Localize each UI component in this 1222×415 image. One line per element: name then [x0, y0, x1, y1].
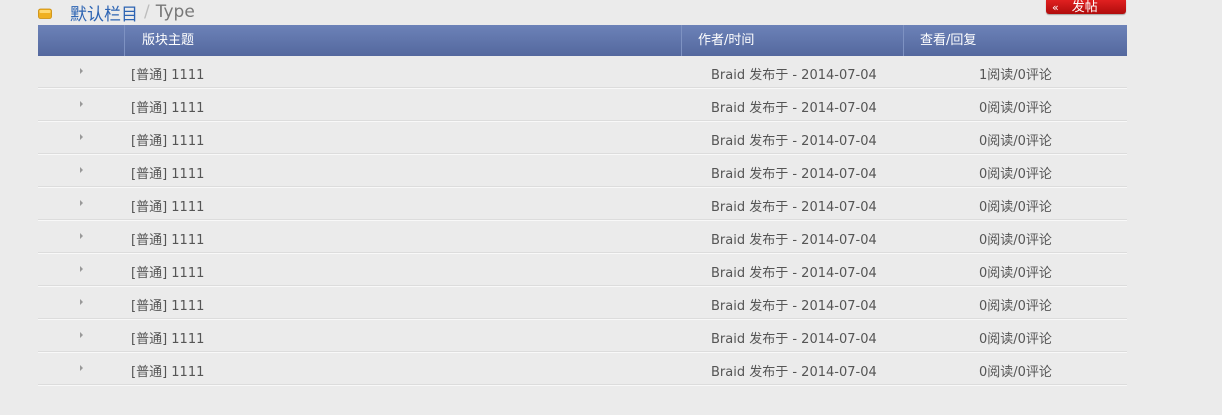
row-topic-link[interactable]: [普通] 1111 — [131, 361, 204, 380]
table-row[interactable]: [普通] 1111 Braid 发布于 - 2014-07-04 0阅读/0评论 — [38, 353, 1127, 386]
arrow-right-icon — [80, 167, 83, 173]
row-author-time: Braid 发布于 - 2014-07-04 — [711, 200, 877, 215]
header-divider — [903, 25, 904, 56]
table-header: 版块主题 作者/时间 查看/回复 — [38, 25, 1127, 56]
header-topic: 版块主题 — [142, 33, 195, 48]
row-topic-link[interactable]: [普通] 1111 — [131, 328, 204, 347]
table-row[interactable]: [普通] 1111 Braid 发布于 - 2014-07-04 1阅读/0评论 — [38, 56, 1127, 89]
double-chevron-left-icon: « — [1052, 1, 1059, 14]
table-row[interactable]: [普通] 1111 Braid 发布于 - 2014-07-04 0阅读/0评论 — [38, 188, 1127, 221]
header-divider — [681, 25, 682, 56]
row-views-replies: 0阅读/0评论 — [979, 200, 1052, 215]
row-topic-link[interactable]: [普通] 1111 — [131, 262, 204, 281]
row-views-replies: 0阅读/0评论 — [979, 101, 1052, 116]
row-views-replies: 0阅读/0评论 — [979, 332, 1052, 347]
arrow-right-icon — [80, 365, 83, 371]
row-views-replies: 1阅读/0评论 — [979, 68, 1052, 83]
table-row[interactable]: [普通] 1111 Braid 发布于 - 2014-07-04 0阅读/0评论 — [38, 122, 1127, 155]
row-author-time: Braid 发布于 - 2014-07-04 — [711, 332, 877, 347]
arrow-right-icon — [80, 134, 83, 140]
breadcrumb-separator: / — [144, 2, 150, 22]
arrow-right-icon — [80, 233, 83, 239]
arrow-right-icon — [80, 101, 83, 107]
row-views-replies: 0阅读/0评论 — [979, 233, 1052, 248]
row-views-replies: 0阅读/0评论 — [979, 134, 1052, 149]
row-author-time: Braid 发布于 - 2014-07-04 — [711, 101, 877, 116]
breadcrumb: 默认栏目 / Type — [38, 0, 195, 25]
arrow-right-icon — [80, 299, 83, 305]
table-row[interactable]: [普通] 1111 Braid 发布于 - 2014-07-04 0阅读/0评论 — [38, 254, 1127, 287]
row-author-time: Braid 发布于 - 2014-07-04 — [711, 167, 877, 182]
table-row[interactable]: [普通] 1111 Braid 发布于 - 2014-07-04 0阅读/0评论 — [38, 89, 1127, 122]
row-author-time: Braid 发布于 - 2014-07-04 — [711, 233, 877, 248]
row-topic-link[interactable]: [普通] 1111 — [131, 229, 204, 248]
arrow-right-icon — [80, 332, 83, 338]
breadcrumb-type: Type — [155, 2, 195, 22]
topic-table: 版块主题 作者/时间 查看/回复 [普通] 1111 Braid 发布于 - 20… — [38, 25, 1127, 386]
row-author-time: Braid 发布于 - 2014-07-04 — [711, 68, 877, 83]
breadcrumb-current-column[interactable]: 默认栏目 — [70, 0, 138, 25]
table-body: [普通] 1111 Braid 发布于 - 2014-07-04 1阅读/0评论 [普… — [38, 56, 1127, 386]
page: 默认栏目 / Type « 发帖 版块主题 作者/时间 查看/回复 [普通] 1… — [0, 0, 1222, 415]
row-topic-link[interactable]: [普通] 1111 — [131, 163, 204, 182]
row-author-time: Braid 发布于 - 2014-07-04 — [711, 266, 877, 281]
row-views-replies: 0阅读/0评论 — [979, 299, 1052, 314]
row-author-time: Braid 发布于 - 2014-07-04 — [711, 134, 877, 149]
row-author-time: Braid 发布于 - 2014-07-04 — [711, 365, 877, 380]
header-author-time: 作者/时间 — [698, 33, 755, 48]
table-row[interactable]: [普通] 1111 Braid 发布于 - 2014-07-04 0阅读/0评论 — [38, 221, 1127, 254]
row-topic-link[interactable]: [普通] 1111 — [131, 130, 204, 149]
row-topic-link[interactable]: [普通] 1111 — [131, 64, 204, 83]
table-row[interactable]: [普通] 1111 Braid 发布于 - 2014-07-04 0阅读/0评论 — [38, 320, 1127, 353]
row-topic-link[interactable]: [普通] 1111 — [131, 295, 204, 314]
new-post-label: 发帖 — [1071, 0, 1098, 14]
row-views-replies: 0阅读/0评论 — [979, 365, 1052, 380]
header-views-replies: 查看/回复 — [920, 33, 977, 48]
row-author-time: Braid 发布于 - 2014-07-04 — [711, 299, 877, 314]
table-row[interactable]: [普通] 1111 Braid 发布于 - 2014-07-04 0阅读/0评论 — [38, 155, 1127, 188]
arrow-right-icon — [80, 266, 83, 272]
row-views-replies: 0阅读/0评论 — [979, 266, 1052, 281]
row-topic-link[interactable]: [普通] 1111 — [131, 97, 204, 116]
header-divider — [124, 25, 125, 56]
new-post-button[interactable]: « 发帖 — [1046, 0, 1126, 14]
row-views-replies: 0阅读/0评论 — [979, 167, 1052, 182]
arrow-right-icon — [80, 200, 83, 206]
arrow-right-icon — [80, 68, 83, 74]
folder-icon — [38, 8, 52, 19]
table-row[interactable]: [普通] 1111 Braid 发布于 - 2014-07-04 0阅读/0评论 — [38, 287, 1127, 320]
row-topic-link[interactable]: [普通] 1111 — [131, 196, 204, 215]
